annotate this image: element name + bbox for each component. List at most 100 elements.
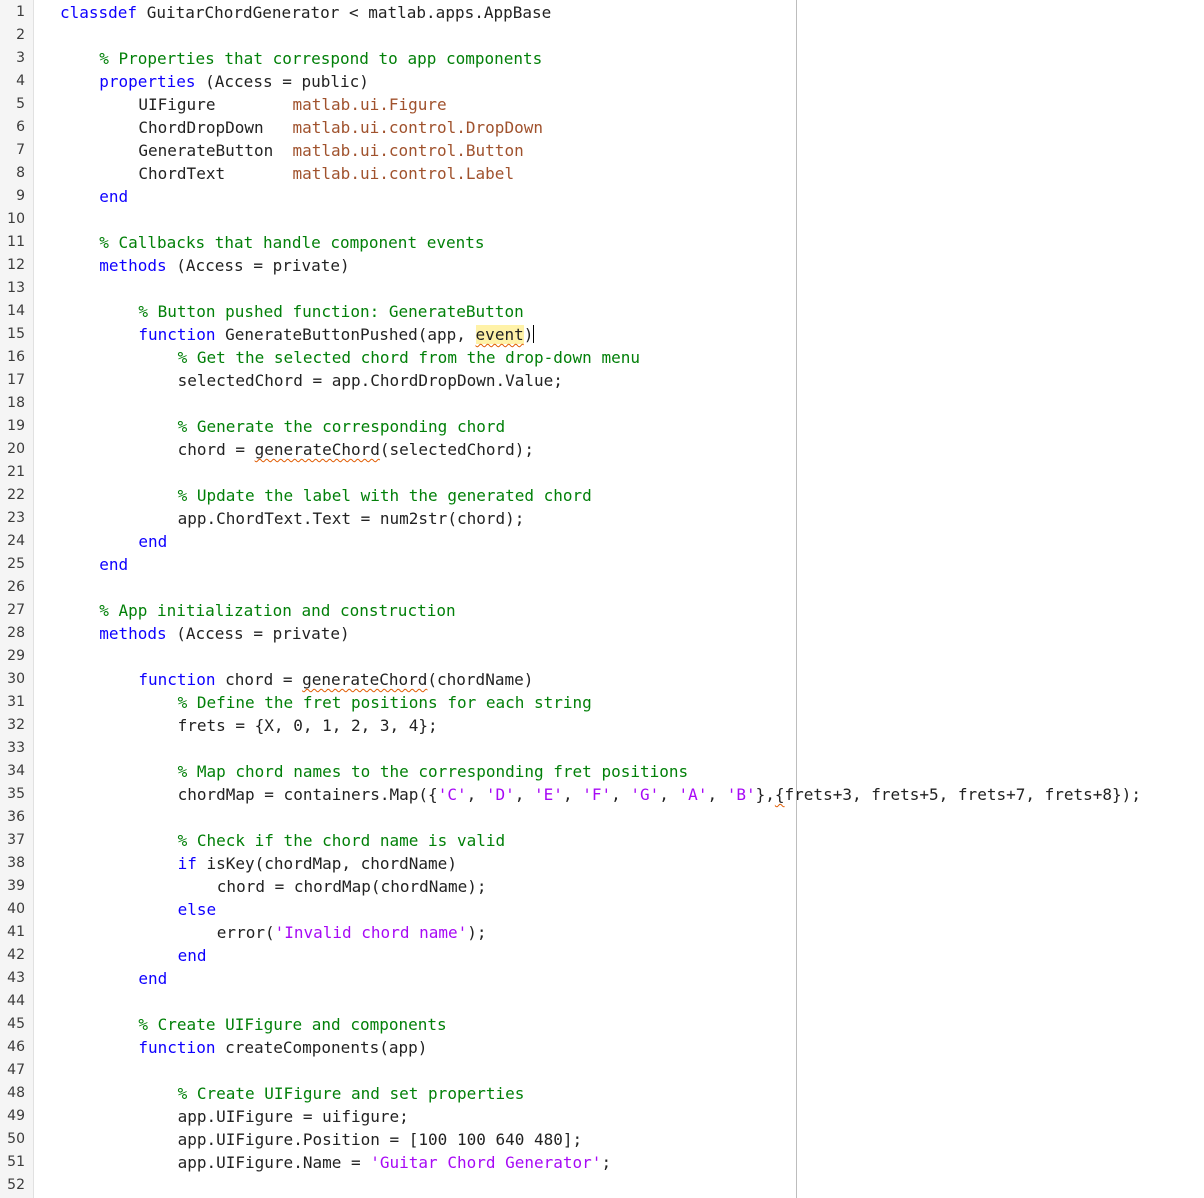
code-token: app.ChordText.Text = num2str(chord); bbox=[177, 509, 525, 528]
code-line[interactable]: function createComponents(app) bbox=[138, 1036, 427, 1059]
code-token: else bbox=[177, 900, 217, 919]
code-line[interactable]: end bbox=[138, 530, 167, 553]
line-number: 5 bbox=[16, 96, 25, 112]
code-token: 'A' bbox=[678, 785, 708, 804]
code-editor[interactable]: 1 2 3 4 5 6 7 8 9 10 11 12 13 14 15 16 17 18 19 20 21 22 23 24 2… bbox=[0, 0, 1204, 1198]
code-token: properties bbox=[99, 72, 196, 91]
code-token: app.UIFigure = uifigure; bbox=[177, 1107, 409, 1126]
code-token: % Properties that correspond to app comp… bbox=[99, 49, 543, 68]
code-token: 'E' bbox=[534, 785, 563, 804]
code-line[interactable]: % Properties that correspond to app comp… bbox=[99, 47, 542, 70]
code-line[interactable]: chord = generateChord(selectedChord); bbox=[178, 438, 534, 461]
code-line[interactable]: chord = chordMap(chordName); bbox=[217, 875, 487, 898]
code-line[interactable]: selectedChord = app.ChordDropDown.Value; bbox=[178, 369, 563, 392]
code-line[interactable]: app.UIFigure.Position = [100 100 640 480… bbox=[178, 1128, 583, 1151]
code-token: chordMap = containers.Map({ bbox=[177, 785, 438, 804]
code-token: end bbox=[138, 532, 168, 551]
code-token: GenerateButton bbox=[138, 141, 293, 160]
code-token: matlab.ui.Figure bbox=[292, 95, 447, 114]
line-number: 6 bbox=[16, 119, 25, 135]
code-line[interactable]: error('Invalid chord name'); bbox=[217, 921, 487, 944]
code-line[interactable]: if isKey(chordMap, chordName) bbox=[178, 852, 457, 875]
code-line[interactable]: % Update the label with the generated ch… bbox=[178, 484, 592, 507]
line-number: 25 bbox=[7, 556, 25, 572]
code-token: ) bbox=[523, 325, 534, 344]
code-line[interactable]: frets = {X, 0, 1, 2, 3, 4}; bbox=[178, 714, 438, 737]
code-token: end bbox=[138, 969, 168, 988]
code-line[interactable]: app.UIFigure.Name = 'Guitar Chord Genera… bbox=[178, 1151, 611, 1174]
code-line[interactable]: app.UIFigure = uifigure; bbox=[178, 1105, 409, 1128]
line-number: 51 bbox=[7, 1154, 25, 1170]
code-token: generateChord bbox=[302, 670, 428, 689]
code-line[interactable]: % Create UIFigure and components bbox=[138, 1013, 446, 1036]
code-token: % Callbacks that handle component events bbox=[99, 233, 485, 252]
code-token: chord = bbox=[177, 440, 255, 459]
line-number: 21 bbox=[7, 464, 25, 480]
code-line[interactable]: % Get the selected chord from the drop-d… bbox=[178, 346, 640, 369]
code-token: 'F' bbox=[582, 785, 612, 804]
line-number-gutter: 1 2 3 4 5 6 7 8 9 10 11 12 13 14 15 16 17 18 19 20 21 22 23 24 2… bbox=[0, 0, 34, 1198]
code-token: end bbox=[99, 555, 129, 574]
code-line[interactable]: % App initialization and construction bbox=[99, 599, 455, 622]
code-token: ChordText bbox=[138, 164, 293, 183]
code-line[interactable]: chordMap = containers.Map({'C', 'D', 'E'… bbox=[178, 783, 1141, 806]
code-line[interactable]: % Create UIFigure and set properties bbox=[178, 1082, 525, 1105]
code-line[interactable]: % Generate the corresponding chord bbox=[178, 415, 506, 438]
line-number: 41 bbox=[7, 924, 25, 940]
code-line[interactable]: UIFigure matlab.ui.Figure bbox=[138, 93, 446, 116]
code-token: % Create UIFigure and set properties bbox=[177, 1084, 525, 1103]
code-line[interactable]: GenerateButton matlab.ui.control.Button bbox=[138, 139, 523, 162]
line-number: 43 bbox=[7, 970, 25, 986]
code-token: GenerateButtonPushed(app, bbox=[215, 325, 476, 344]
code-token: % Update the label with the generated ch… bbox=[177, 486, 592, 505]
code-token: frets = {X, 0, 1, 2, 3, 4}; bbox=[177, 716, 438, 735]
code-line[interactable]: % Check if the chord name is valid bbox=[178, 829, 506, 852]
line-number: 7 bbox=[16, 142, 25, 158]
code-line[interactable]: methods (Access = private) bbox=[99, 254, 349, 277]
code-line[interactable]: % Callbacks that handle component events bbox=[99, 231, 484, 254]
code-token: app.UIFigure.Position = [100 100 640 480… bbox=[177, 1130, 583, 1149]
code-token: function bbox=[138, 1038, 216, 1057]
code-token: event bbox=[475, 325, 524, 344]
code-line[interactable]: end bbox=[138, 967, 167, 990]
line-number: 44 bbox=[7, 993, 25, 1009]
line-number: 32 bbox=[7, 717, 25, 733]
line-number: 15 bbox=[7, 326, 25, 342]
code-line[interactable]: ChordText matlab.ui.control.Label bbox=[138, 162, 514, 185]
code-token: function bbox=[138, 670, 216, 689]
code-line[interactable]: end bbox=[99, 185, 128, 208]
code-token: 'C' bbox=[437, 785, 467, 804]
code-line[interactable]: % Map chord names to the corresponding f… bbox=[178, 760, 689, 783]
code-token: , bbox=[562, 785, 583, 804]
line-number: 46 bbox=[7, 1039, 25, 1055]
code-token: classdef bbox=[60, 3, 138, 22]
code-line[interactable]: classdef GuitarChordGenerator < matlab.a… bbox=[60, 1, 551, 24]
code-line[interactable]: methods (Access = private) bbox=[99, 622, 349, 645]
code-line[interactable]: else bbox=[178, 898, 217, 921]
code-token: matlab.ui.control.Label bbox=[292, 164, 515, 183]
code-token: methods bbox=[99, 624, 167, 643]
code-line[interactable]: ChordDropDown matlab.ui.control.DropDown bbox=[138, 116, 543, 139]
code-line[interactable]: % Define the fret positions for each str… bbox=[178, 691, 592, 714]
code-token: (Access = public) bbox=[195, 72, 369, 91]
line-number: 13 bbox=[7, 280, 25, 296]
code-token: ; bbox=[601, 1153, 612, 1172]
code-token: ); bbox=[467, 923, 487, 942]
code-line[interactable]: end bbox=[99, 553, 128, 576]
code-token: chord = chordMap(chordName); bbox=[216, 877, 487, 896]
line-number: 1 bbox=[16, 4, 25, 20]
code-line[interactable]: end bbox=[178, 944, 207, 967]
code-token: , bbox=[659, 785, 679, 804]
code-line[interactable]: function GenerateButtonPushed(app, event… bbox=[138, 323, 535, 346]
code-line[interactable]: app.ChordText.Text = num2str(chord); bbox=[178, 507, 525, 530]
code-token: selectedChord = app.ChordDropDown.Value; bbox=[177, 371, 563, 390]
code-line[interactable]: function chord = generateChord(chordName… bbox=[138, 668, 533, 691]
code-token: % Map chord names to the corresponding f… bbox=[177, 762, 689, 781]
code-line[interactable]: % Button pushed function: GenerateButton bbox=[138, 300, 523, 323]
line-number: 45 bbox=[7, 1016, 25, 1032]
code-token: % Get the selected chord from the drop-d… bbox=[177, 348, 640, 367]
code-token: createComponents(app) bbox=[215, 1038, 428, 1057]
code-token: , bbox=[611, 785, 631, 804]
code-line[interactable]: properties (Access = public) bbox=[99, 70, 369, 93]
code-token: 'D' bbox=[485, 785, 515, 804]
